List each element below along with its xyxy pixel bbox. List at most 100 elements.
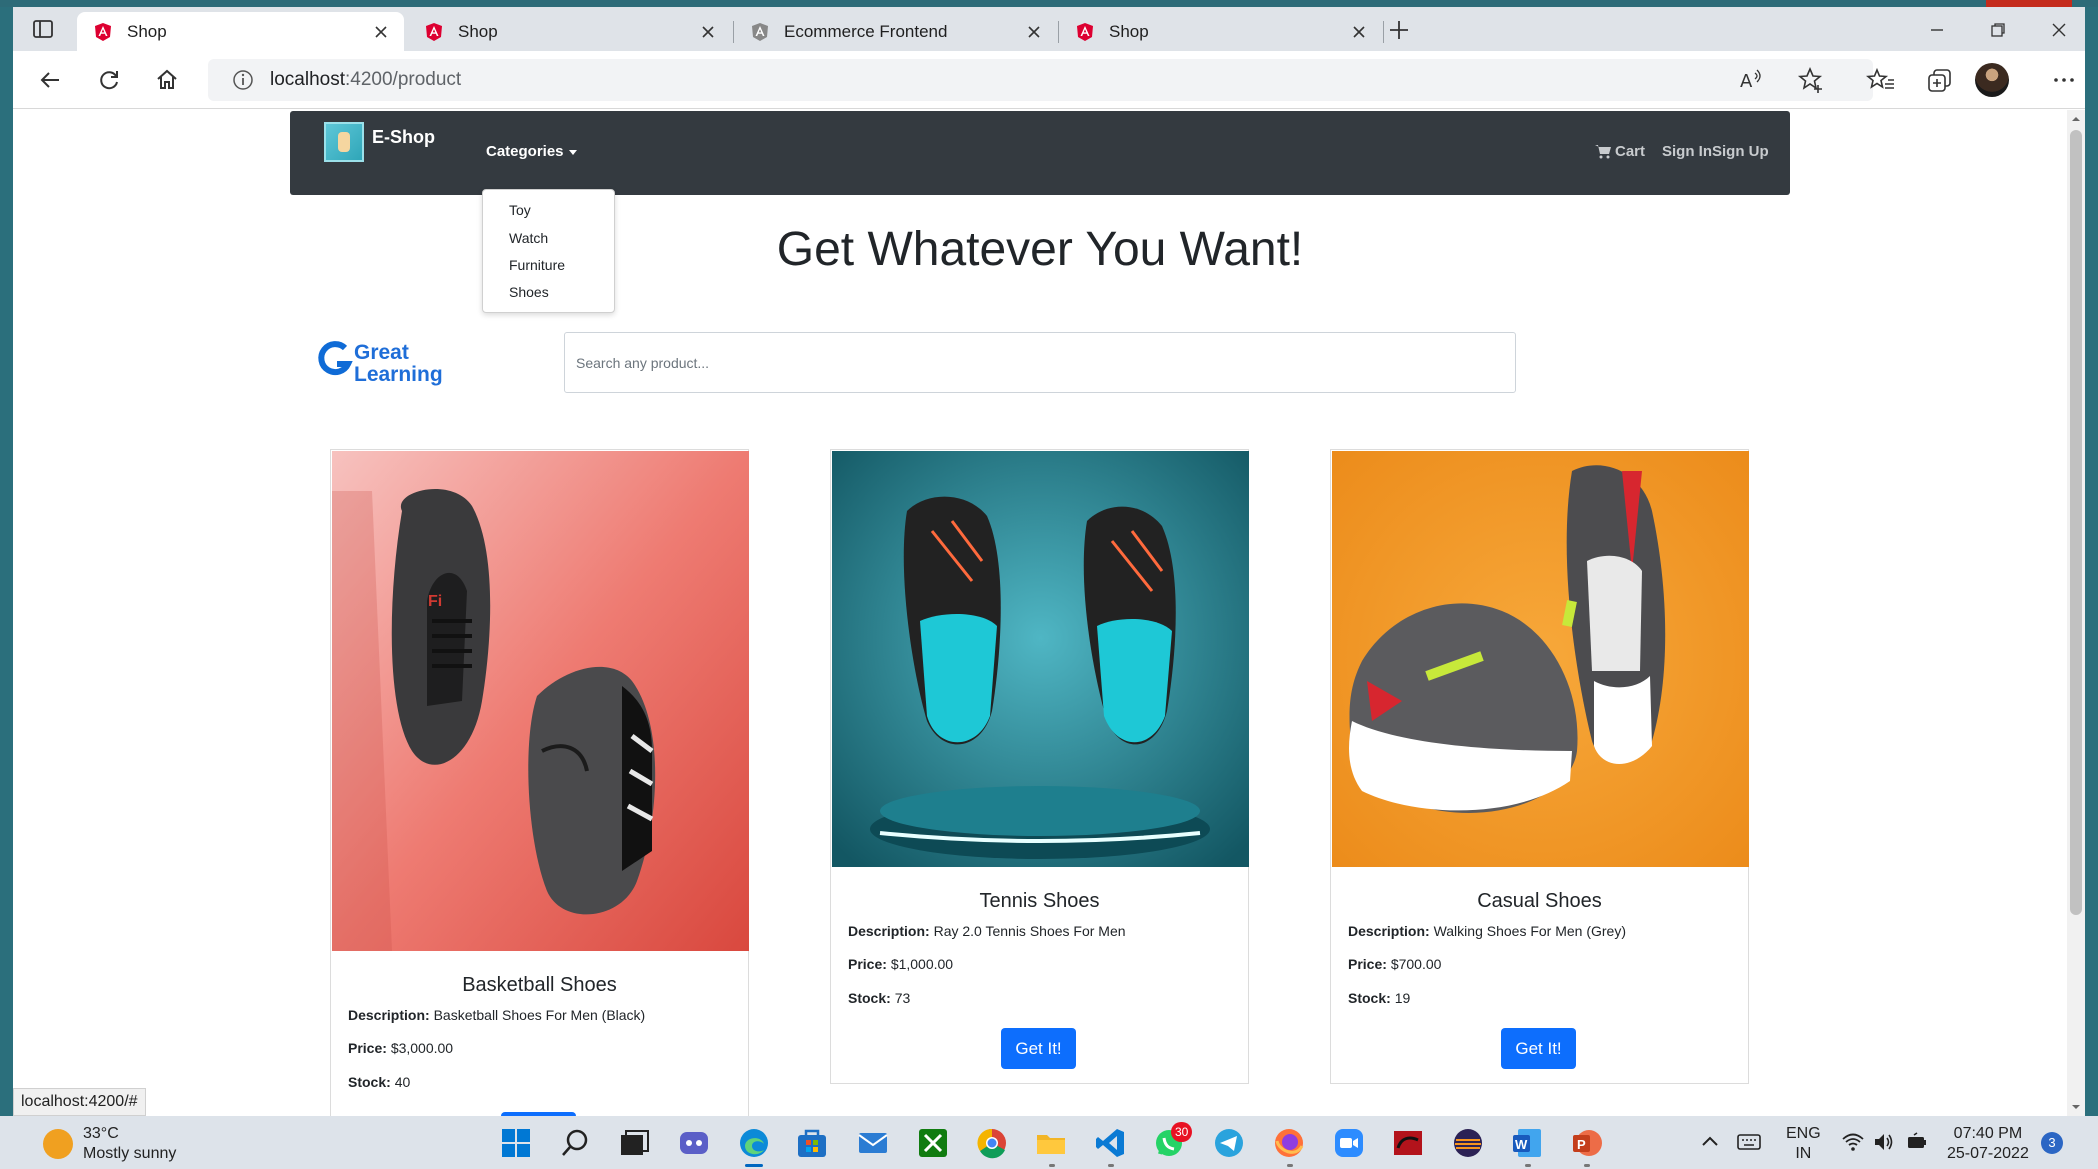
scroll-down-arrow-icon[interactable]: [2071, 1102, 2081, 1112]
product-image[interactable]: [832, 451, 1249, 867]
tab-actions-icon[interactable]: [31, 17, 55, 41]
close-hover-accent: [1986, 0, 2072, 7]
firefox-icon[interactable]: [1272, 1126, 1306, 1160]
close-window-icon[interactable]: [2048, 19, 2070, 41]
search-icon[interactable]: [559, 1126, 593, 1160]
product-description: Description: Walking Shoes For Men (Grey…: [1348, 923, 1626, 939]
stock-label: Stock:: [848, 990, 891, 1006]
svg-text:Fi: Fi: [428, 593, 442, 610]
powerpoint-icon[interactable]: P: [1570, 1126, 1604, 1160]
close-tab-icon[interactable]: [699, 23, 717, 41]
sign-up-link[interactable]: Sign Up: [1712, 143, 1769, 160]
add-favorite-icon[interactable]: [1796, 65, 1826, 95]
navbar: E-Shop Categories Cart Sign In Sign Up: [290, 111, 1790, 195]
collections-icon[interactable]: [1925, 65, 1955, 95]
home-icon[interactable]: [152, 65, 182, 95]
get-it-button[interactable]: Get It!: [1001, 1028, 1076, 1069]
close-tab-icon[interactable]: [372, 23, 390, 41]
url-host: localhost: [270, 69, 345, 90]
show-hidden-icons-icon[interactable]: [1698, 1130, 1722, 1154]
read-aloud-icon[interactable]: A: [1735, 65, 1765, 95]
brand-name[interactable]: E-Shop: [372, 127, 435, 148]
product-image[interactable]: [1332, 451, 1749, 867]
eclipse-icon[interactable]: [1451, 1126, 1485, 1160]
angular-icon: [752, 22, 768, 41]
tab-shop-1[interactable]: Shop: [77, 12, 404, 51]
address-bar[interactable]: localhost:4200/product: [208, 59, 1873, 101]
file-explorer-icon[interactable]: [1034, 1126, 1068, 1160]
word-icon[interactable]: W: [1510, 1126, 1544, 1160]
minimize-icon[interactable]: [1926, 19, 1948, 41]
telegram-icon[interactable]: [1212, 1126, 1246, 1160]
page-scrollbar[interactable]: [2067, 110, 2085, 1116]
site-info-icon[interactable]: [232, 69, 254, 91]
scrollbar-thumb[interactable]: [2070, 130, 2082, 915]
volume-icon[interactable]: [1872, 1130, 1896, 1154]
refresh-icon[interactable]: [94, 65, 124, 95]
weather-widget[interactable]: 33°C Mostly sunny: [43, 1124, 176, 1164]
great-learning-logo: Great Learning: [318, 341, 443, 386]
vscode-icon[interactable]: [1093, 1126, 1127, 1160]
tab-title: Shop: [127, 21, 167, 41]
favorites-icon[interactable]: [1866, 65, 1896, 95]
battery-icon[interactable]: [1904, 1130, 1928, 1154]
keyboard-icon[interactable]: [1736, 1130, 1762, 1154]
new-tab-icon[interactable]: [1386, 17, 1412, 43]
running-app-indicator: [1584, 1164, 1590, 1167]
tab-shop-2[interactable]: Shop: [408, 12, 731, 51]
tab-ecommerce-frontend[interactable]: Ecommerce Frontend: [734, 12, 1057, 51]
language-indicator[interactable]: ENG IN: [1786, 1124, 1821, 1164]
stock-value: 73: [894, 990, 911, 1006]
task-view-icon[interactable]: [617, 1126, 651, 1160]
mail-icon[interactable]: [856, 1126, 890, 1160]
categories-dropdown-toggle[interactable]: Categories: [486, 143, 577, 160]
url-path: :4200/product: [345, 69, 462, 90]
tab-shop-3[interactable]: Shop: [1059, 12, 1382, 51]
price-label: Price:: [1348, 956, 1387, 972]
search-input[interactable]: [566, 334, 1514, 391]
dropdown-item-toy[interactable]: Toy: [509, 202, 531, 218]
microsoft-store-icon[interactable]: [795, 1126, 829, 1160]
wifi-icon[interactable]: [1841, 1130, 1865, 1154]
edge-browser-icon[interactable]: [737, 1126, 771, 1160]
sign-in-link[interactable]: Sign In: [1662, 143, 1712, 160]
description-label: Description:: [848, 923, 930, 939]
clock-date: 25-07-2022: [1947, 1145, 2029, 1162]
scroll-up-arrow-icon[interactable]: [2071, 114, 2081, 124]
cart-link[interactable]: Cart: [1595, 143, 1645, 160]
restore-icon[interactable]: [1987, 19, 2009, 41]
status-bar-url: localhost:4200/#: [13, 1088, 146, 1116]
product-description: Description: Basketball Shoes For Men (B…: [348, 1007, 645, 1023]
zoom-icon[interactable]: [1332, 1126, 1366, 1160]
chrome-icon[interactable]: [975, 1126, 1009, 1160]
running-app-indicator: [1287, 1164, 1293, 1167]
price-value: $3,000.00: [390, 1040, 454, 1056]
notification-count-badge[interactable]: 3: [2041, 1132, 2063, 1154]
close-tab-icon[interactable]: [1350, 23, 1368, 41]
logo-text-learning: Learning: [354, 363, 443, 386]
clock[interactable]: 07:40 PM 25-07-2022: [1947, 1124, 2029, 1164]
back-icon[interactable]: [35, 65, 65, 95]
start-icon[interactable]: [499, 1126, 533, 1160]
weather-temperature: 33°C: [83, 1125, 119, 1142]
svg-text:A: A: [1740, 71, 1753, 92]
stock-value: 40: [394, 1074, 411, 1090]
active-app-indicator: [745, 1164, 763, 1167]
stock-value: 19: [1394, 990, 1411, 1006]
oracle-icon[interactable]: [1391, 1126, 1425, 1160]
more-options-icon[interactable]: [2049, 65, 2079, 95]
get-it-button[interactable]: Get It!: [1501, 1028, 1576, 1069]
product-image[interactable]: Fi: [332, 451, 749, 951]
description-value: Walking Shoes For Men (Grey): [1433, 923, 1627, 939]
language-code: ENG: [1786, 1125, 1821, 1142]
caret-down-icon: [568, 149, 577, 155]
dropdown-item-shoes[interactable]: Shoes: [509, 284, 549, 300]
brand-logo[interactable]: [324, 122, 364, 162]
product-card-basketball: Fi Basketball Shoes Description: Basketb…: [330, 449, 749, 1116]
price-value: $700.00: [1390, 956, 1442, 972]
close-tab-icon[interactable]: [1025, 23, 1043, 41]
profile-avatar[interactable]: [1975, 63, 2009, 97]
xbox-icon[interactable]: [916, 1126, 950, 1160]
chat-icon[interactable]: [677, 1126, 711, 1160]
description-label: Description:: [348, 1007, 430, 1023]
